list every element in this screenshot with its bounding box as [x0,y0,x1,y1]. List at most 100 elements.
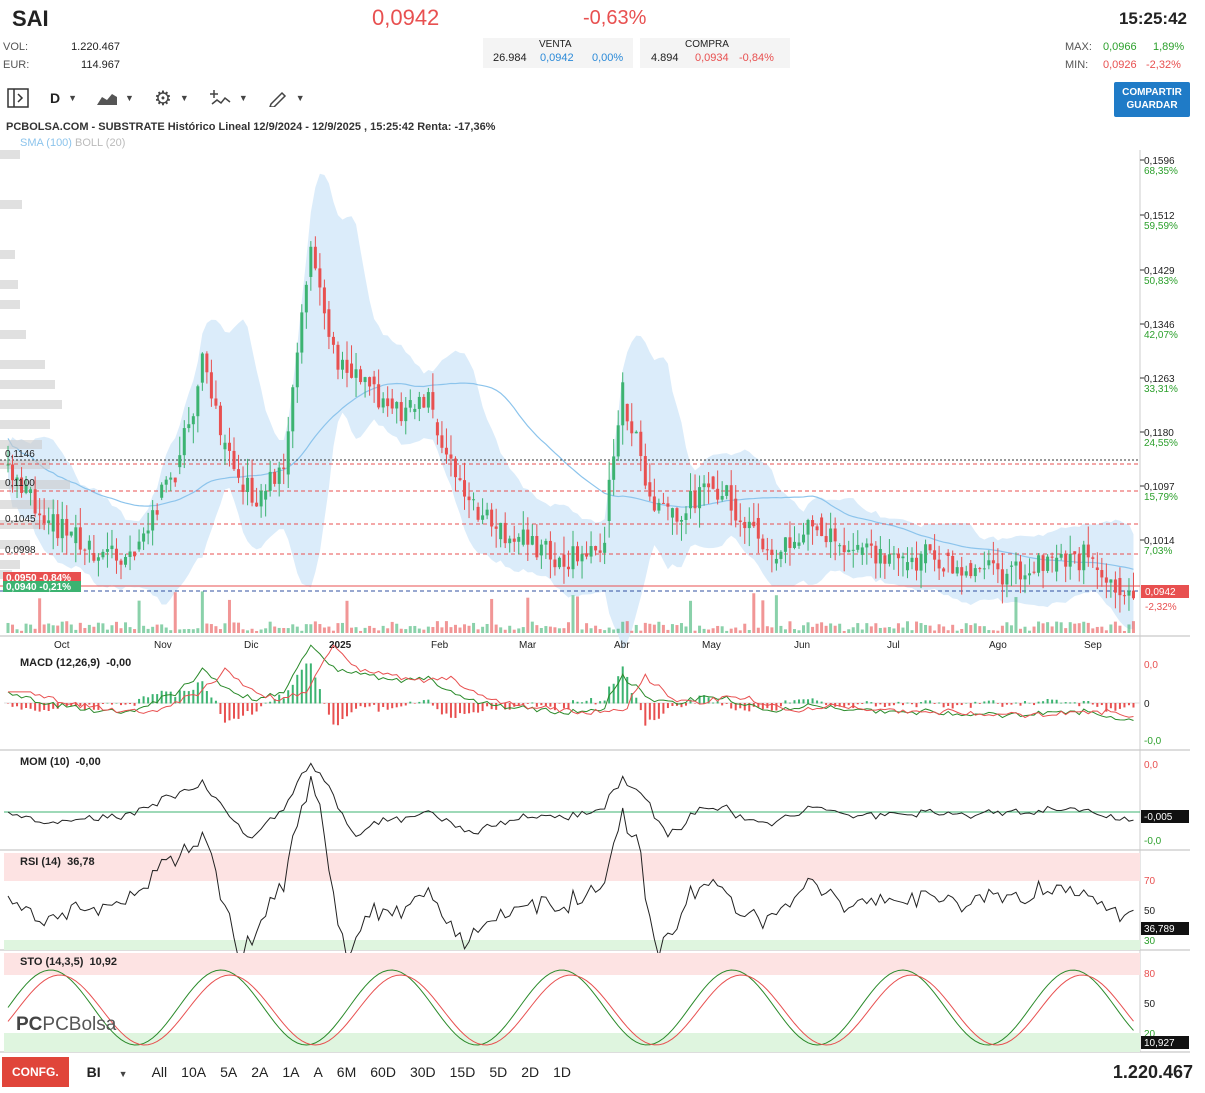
macd-hist-bar [413,703,416,704]
candle-body [770,549,774,555]
volume-bar [553,627,557,633]
candle-body [512,538,516,542]
macd-hist-bar [590,698,593,704]
volume-bar [264,628,268,633]
period-60d[interactable]: 60D [370,1064,396,1080]
volume-bar [110,625,114,633]
candle-body [6,464,10,466]
macd-hist-bar [242,703,245,716]
macd-hist-bar [355,703,358,709]
sto-overbought [4,953,1140,975]
period-1d[interactable]: 1D [553,1064,571,1080]
candle-body [670,508,674,518]
macd-hist-bar [775,703,778,711]
candle-body [774,558,778,564]
period-2a[interactable]: 2A [251,1064,268,1080]
period-15d[interactable]: 15D [450,1064,476,1080]
macd-hist-bar [346,703,348,717]
candle-body [214,398,218,406]
period-5d[interactable]: 5D [489,1064,507,1080]
month-label: Mar [519,640,537,651]
volume-bar [630,630,634,633]
price-chart-canvas[interactable]: 0,11460,11000,10450,09980,0950 -0,84%0,0… [0,0,1205,1093]
candle-body [869,543,873,546]
candle-body [1086,544,1090,558]
period-30d[interactable]: 30D [410,1064,436,1080]
macd-hist-bar [911,703,913,705]
period-all[interactable]: All [152,1064,168,1080]
volume-bar [273,626,277,633]
candle-body [865,543,869,548]
candle-body [996,563,1000,570]
month-label: May [702,640,721,651]
volume-bar [38,598,42,633]
mode-selector[interactable]: BI ▼ [87,1064,128,1080]
volume-bar [1100,626,1104,633]
volume-bar [1086,622,1090,633]
candle-body [467,496,471,501]
volume-bar [467,625,471,633]
period-10a[interactable]: 10A [181,1064,206,1080]
candle-body [648,482,652,497]
rsi-overbought [4,853,1140,881]
candle-body [250,477,254,503]
macd-hist-bar [205,691,208,704]
candle-body [124,556,128,565]
candle-body [264,490,268,500]
candle-body [164,479,168,485]
candle-body [928,544,932,551]
volume-bar [684,626,688,633]
candle-body [607,479,611,521]
candle-body [490,509,494,527]
volume-bar [354,627,358,633]
candle-body [539,544,543,556]
candle-body [521,529,525,545]
candle-body [435,422,439,436]
period-1a[interactable]: 1A [282,1064,299,1080]
macd-hist-bar [788,702,791,704]
volume-bar [295,626,299,633]
candle-body [960,567,964,576]
volume-bar [259,629,263,633]
candle-body [842,545,846,553]
period-2d[interactable]: 2D [521,1064,539,1080]
volume-bar [322,627,326,633]
volume-bar [982,626,986,633]
candle-body [580,554,584,562]
macd-hist-bar [260,703,263,707]
volume-bar [304,624,308,633]
macd-hist-bar [490,703,493,710]
volume-bar [661,624,665,633]
candle-body [711,476,715,489]
macd-hist-bar [1091,703,1094,705]
volume-bar [1023,626,1027,633]
macd-hist-bar [336,703,339,726]
sto-current: 10,927 [1144,1038,1175,1049]
macd-hist-bar [25,703,28,708]
volume-bar [824,625,828,633]
macd-hist-bar [784,700,787,704]
config-button[interactable]: CONFG. [2,1057,69,1087]
volume-bar [205,623,209,633]
macd-hist-bar [721,703,724,706]
candle-body [1041,555,1045,571]
volume-bar [1000,625,1004,633]
candle-body [241,484,245,493]
period-5a[interactable]: 5A [220,1064,237,1080]
candle-body [105,549,109,552]
volume-bar [625,621,629,633]
axis-pct: 68,35% [1144,166,1178,177]
macd-hist-bar [1064,702,1067,704]
macd-hist-bar [572,700,574,704]
volume-bar [327,626,331,633]
footer-bar: CONFG. BI ▼ All 10A 5A 2A 1A A 6M 60D 30D 15D 5D 2D 1… [0,1057,585,1087]
volume-bar [969,625,973,633]
volume-bar [372,627,376,633]
candle-body [449,454,453,459]
macd-hist-bar [883,703,886,708]
period-a[interactable]: A [313,1064,322,1080]
macd-hist-bar [269,701,272,704]
candle-body [765,549,769,551]
period-6m[interactable]: 6M [337,1064,356,1080]
candle-body [1122,595,1126,597]
